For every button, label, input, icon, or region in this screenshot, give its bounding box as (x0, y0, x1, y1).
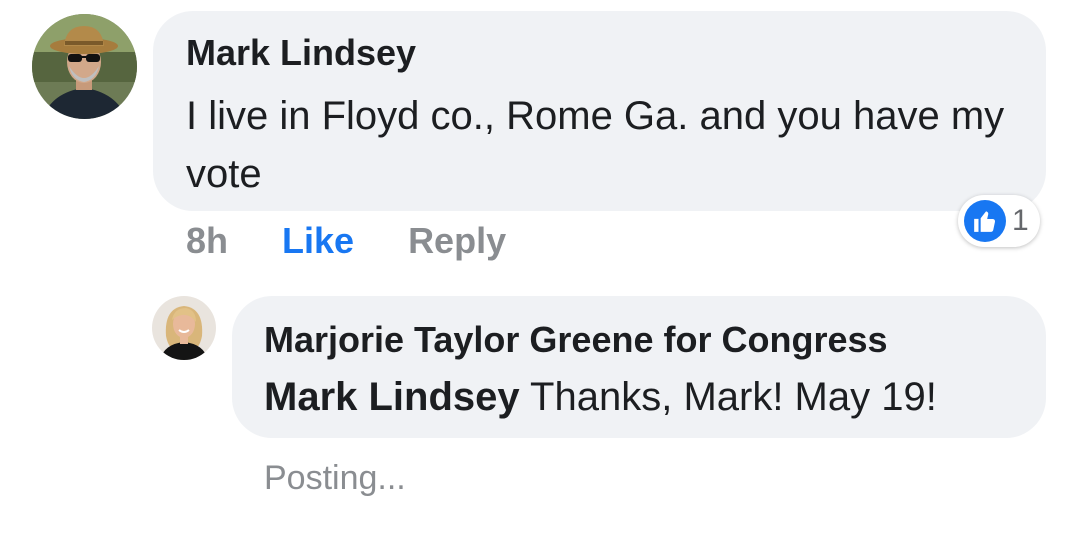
like-button[interactable]: Like (282, 220, 354, 262)
avatar-mark-lindsey-image (32, 14, 137, 119)
avatar[interactable] (32, 14, 137, 119)
reply-text: Mark Lindsey Thanks, Mark! May 19! (264, 372, 937, 422)
reply-button[interactable]: Reply (408, 220, 506, 262)
comment-text: I live in Floyd co., Rome Ga. and you ha… (186, 94, 1005, 196)
comment-author-name[interactable]: Mark Lindsey (186, 33, 416, 73)
mention-link[interactable]: Mark Lindsey (264, 375, 520, 419)
reaction-count: 1 (1012, 204, 1029, 237)
avatar-marjorie-taylor-greene-image (152, 296, 216, 360)
comment-actions: 8h Like Reply (186, 218, 506, 264)
reply-message: Thanks, Mark! May 19! (519, 375, 937, 419)
comment-timestamp[interactable]: 8h (186, 220, 228, 262)
reply-author-name[interactable]: Marjorie Taylor Greene for Congress (264, 320, 888, 360)
avatar[interactable] (152, 296, 216, 360)
reaction-count-badge[interactable]: 1 (958, 195, 1040, 247)
posting-status: Posting... (264, 459, 406, 497)
comment-thread: Mark Lindsey I live in Floyd co., Rome G… (0, 0, 1080, 549)
thumbs-up-icon (964, 200, 1006, 242)
